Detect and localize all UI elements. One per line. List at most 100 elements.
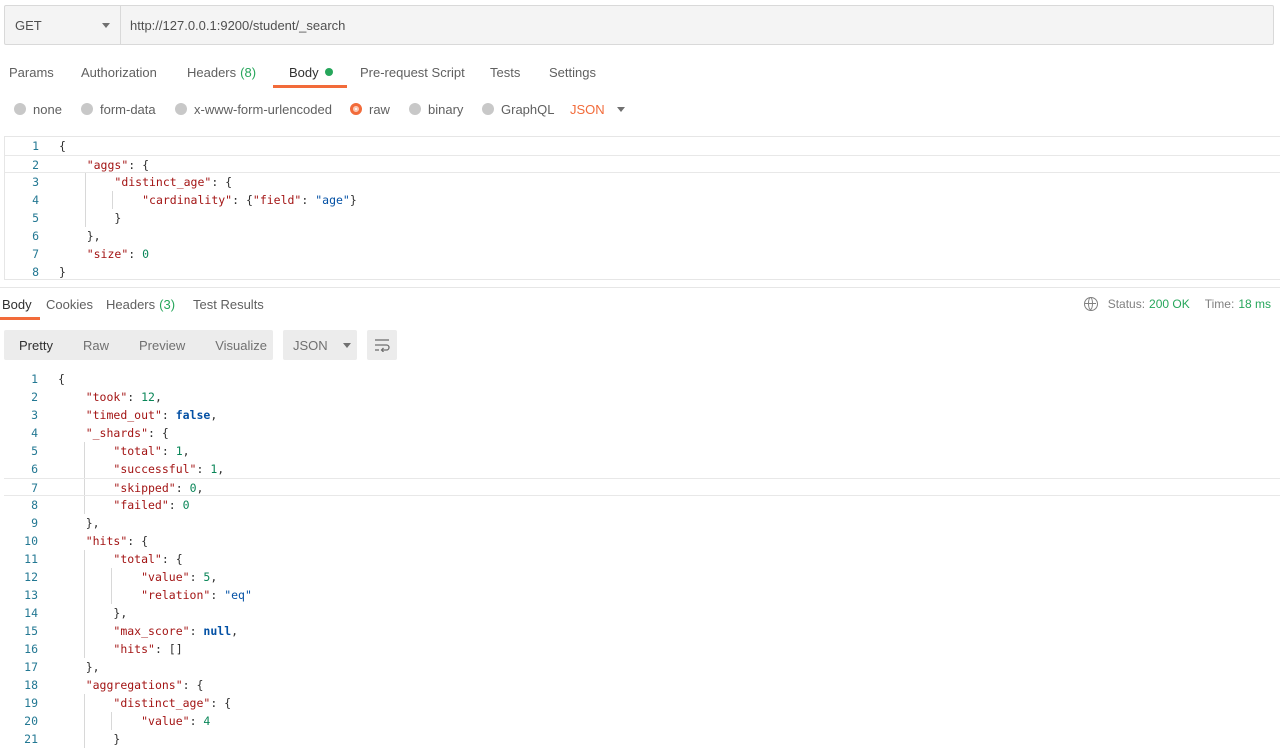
tab-headers[interactable]: Headers (8) bbox=[187, 56, 256, 88]
response-tab-headers[interactable]: Headers (3) bbox=[106, 290, 175, 318]
response-view-modes: Pretty Raw Preview Visualize bbox=[4, 330, 273, 360]
code-line: 1{ bbox=[5, 137, 1280, 155]
line-number: 10 bbox=[24, 534, 38, 548]
line-number: 9 bbox=[31, 516, 38, 530]
tab-label: Body bbox=[289, 64, 319, 80]
code-line: 8} bbox=[5, 263, 1280, 281]
method-select[interactable]: GET bbox=[5, 6, 121, 44]
code-text: "total": 1, bbox=[113, 444, 190, 458]
code-line: 10 "hits": { bbox=[4, 532, 1280, 550]
response-tab-cookies[interactable]: Cookies bbox=[46, 290, 93, 318]
code-line: 5 } bbox=[5, 209, 1280, 227]
radio-graphql[interactable]: GraphQL bbox=[482, 97, 554, 121]
code-line: 4 "cardinality": {"field": "age"} bbox=[5, 191, 1280, 209]
radio-raw[interactable]: raw bbox=[350, 97, 390, 121]
code-text: }, bbox=[86, 229, 101, 243]
code-text: "aggregations": { bbox=[85, 678, 204, 692]
line-number: 4 bbox=[32, 193, 39, 207]
code-text: "cardinality": {"field": "age"} bbox=[142, 193, 357, 207]
wrap-lines-button[interactable] bbox=[367, 330, 397, 360]
code-text: "distinct_age": { bbox=[114, 175, 233, 189]
line-number: 13 bbox=[24, 588, 38, 602]
view-raw-button[interactable]: Raw bbox=[68, 330, 124, 360]
tab-count: (3) bbox=[159, 296, 176, 312]
code-text: "total": { bbox=[113, 552, 183, 566]
radio-icon bbox=[409, 103, 421, 115]
radio-binary[interactable]: binary bbox=[409, 97, 463, 121]
response-divider bbox=[0, 287, 1280, 288]
url-bar: GET http://127.0.0.1:9200/student/_searc… bbox=[4, 5, 1274, 45]
code-line: 3 "distinct_age": { bbox=[5, 173, 1280, 191]
line-number: 16 bbox=[24, 642, 38, 656]
line-number: 12 bbox=[24, 570, 38, 584]
code-text: "timed_out": false, bbox=[85, 408, 218, 422]
line-number: 18 bbox=[24, 678, 38, 692]
tab-tests[interactable]: Tests bbox=[490, 56, 520, 88]
radio-x-www-form-urlencoded[interactable]: x-www-form-urlencoded bbox=[175, 97, 332, 121]
line-number: 7 bbox=[31, 481, 38, 495]
response-format-select[interactable]: JSON bbox=[283, 330, 357, 360]
tab-label: Headers bbox=[187, 64, 237, 80]
code-line: 2 "took": 12, bbox=[4, 388, 1280, 406]
code-text: "hits": [] bbox=[113, 642, 183, 656]
tab-body[interactable]: Body bbox=[273, 56, 347, 88]
radio-label: GraphQL bbox=[501, 101, 555, 117]
body-language-select[interactable]: JSON bbox=[570, 97, 625, 121]
code-line: 19 "distinct_age": { bbox=[4, 694, 1280, 712]
code-text: }, bbox=[85, 660, 100, 674]
radio-selected-icon bbox=[350, 103, 362, 115]
code-line: 6 "successful": 1, bbox=[4, 460, 1280, 478]
code-line: 4 "_shards": { bbox=[4, 424, 1280, 442]
status-label: Status: bbox=[1107, 297, 1146, 311]
line-number: 8 bbox=[32, 265, 39, 279]
response-tab-test-results[interactable]: Test Results bbox=[193, 290, 264, 318]
code-line: 5 "total": 1, bbox=[4, 442, 1280, 460]
url-input[interactable]: http://127.0.0.1:9200/student/_search bbox=[121, 6, 1273, 44]
radio-icon bbox=[175, 103, 187, 115]
radio-form-data[interactable]: form-data bbox=[81, 97, 156, 121]
tab-label: Pre-request Script bbox=[360, 64, 465, 80]
code-text: "value": 5, bbox=[141, 570, 218, 584]
view-visualize-button[interactable]: Visualize bbox=[200, 330, 282, 360]
line-number: 20 bbox=[24, 714, 38, 728]
tab-pre-request-script[interactable]: Pre-request Script bbox=[360, 56, 465, 88]
code-line: 6 }, bbox=[5, 227, 1280, 245]
code-text: "value": 4 bbox=[141, 714, 211, 728]
code-line: 1{ bbox=[4, 370, 1280, 388]
time-label: Time: bbox=[1204, 297, 1235, 311]
code-text: "_shards": { bbox=[85, 426, 169, 440]
line-number: 15 bbox=[24, 624, 38, 638]
request-body-editor[interactable]: 1{ 2 "aggs": { 3 "distinct_age": { 4 "ca… bbox=[4, 136, 1280, 280]
line-number: 17 bbox=[24, 660, 38, 674]
code-line: 16 "hits": [] bbox=[4, 640, 1280, 658]
tab-label: Headers bbox=[106, 296, 156, 312]
code-text: { bbox=[59, 139, 66, 153]
line-number: 11 bbox=[24, 552, 38, 566]
chevron-down-icon bbox=[102, 22, 110, 28]
radio-icon bbox=[14, 103, 26, 115]
line-number: 5 bbox=[32, 211, 39, 225]
wrap-lines-icon bbox=[375, 339, 390, 352]
line-number: 6 bbox=[32, 229, 39, 243]
code-line: 20 "value": 4 bbox=[4, 712, 1280, 730]
status-value[interactable]: 200 OK bbox=[1149, 297, 1190, 311]
code-line: 7 "size": 0 bbox=[5, 245, 1280, 263]
radio-label: binary bbox=[428, 101, 464, 117]
line-number: 4 bbox=[31, 426, 38, 440]
view-preview-button[interactable]: Preview bbox=[124, 330, 200, 360]
radio-none[interactable]: none bbox=[14, 97, 62, 121]
tab-params[interactable]: Params bbox=[9, 56, 54, 88]
tab-settings[interactable]: Settings bbox=[549, 56, 596, 88]
view-pretty-button[interactable]: Pretty bbox=[4, 330, 68, 360]
format-label: JSON bbox=[293, 337, 328, 353]
response-status: Status: 200 OK Time: 18 ms bbox=[1083, 290, 1271, 318]
response-body-viewer[interactable]: 1{ 2 "took": 12, 3 "timed_out": false, 4… bbox=[4, 370, 1280, 749]
code-line: 8 "failed": 0 bbox=[4, 496, 1280, 514]
tab-authorization[interactable]: Authorization bbox=[81, 56, 157, 88]
response-tab-body[interactable]: Body bbox=[0, 290, 40, 320]
globe-icon[interactable] bbox=[1083, 297, 1098, 311]
code-line: 17 }, bbox=[4, 658, 1280, 676]
time-value[interactable]: 18 ms bbox=[1238, 297, 1271, 311]
chevron-down-icon bbox=[616, 106, 625, 112]
code-text: "size": 0 bbox=[86, 247, 150, 261]
